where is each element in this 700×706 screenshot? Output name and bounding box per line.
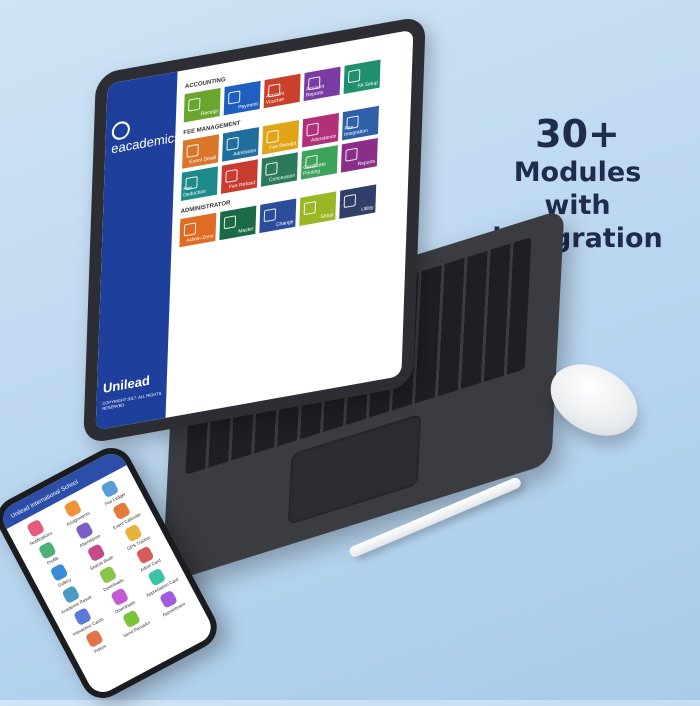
module-label: Change [275,219,294,229]
module-icon [343,193,357,209]
module-icon [268,83,281,98]
module-label: Reports [357,158,376,168]
module-tile[interactable]: Certificate Printing [300,145,338,180]
module-icon [306,122,319,137]
module-tile[interactable]: Utility [339,184,377,219]
module-tile[interactable]: Account Voucher [263,73,301,109]
module-label: Utility [361,204,374,214]
module-tile[interactable]: Master [219,205,257,241]
headline-line-1: Modules [513,157,642,188]
module-tile[interactable]: Concession [260,152,298,187]
tablet: eacademics Unilead COPYRIGHT 2017. ALL R… [83,15,426,445]
module-label: Master [238,226,254,235]
module-tile[interactable]: Event Detail [182,134,220,169]
module-tile[interactable]: Account Reports [303,66,341,102]
module-icon [305,154,318,169]
module-tile[interactable]: Payment [223,80,261,116]
headline-number: 30+ [535,112,620,156]
module-label: Payment [238,101,258,111]
module-tile[interactable]: Receipt [183,87,221,123]
module-icon [303,201,317,216]
module-icon [226,136,239,151]
module-label: FA Setup [357,79,378,90]
module-icon [223,215,237,230]
module-icon [188,97,201,112]
brand-logo: eacademics [111,111,181,156]
footer-brand: Unilead [102,372,151,397]
module-tile[interactable]: Attendance [302,112,339,148]
module-tile[interactable]: Change [259,198,297,234]
sidebar-footer: Unilead COPYRIGHT 2017. ALL RIGHTS RESER… [102,369,167,412]
module-icon [307,76,321,91]
module-tile[interactable]: Reports [340,138,378,173]
module-icon [186,143,199,158]
headline-line-2: with [544,190,611,221]
module-icon [263,208,277,223]
tablet-screen: eacademics Unilead COPYRIGHT 2017. ALL R… [95,29,414,431]
module-label: Receipt [200,108,218,118]
module-icon [183,222,197,237]
tablet-sidebar: eacademics Unilead COPYRIGHT 2017. ALL R… [95,71,181,431]
module-icon [346,115,359,130]
module-tile[interactable]: Fee Deduction [180,166,218,201]
module-label: Setup [320,211,334,221]
module-tile[interactable]: Setup [299,191,337,226]
module-icon [265,161,278,177]
tablet-dashboard: ACCOUNTING Receipt Payment Account Voucher A… [166,30,414,418]
module-icon [347,69,361,84]
module-icon [345,147,358,162]
module-icon [266,129,279,144]
module-icon [185,175,198,191]
module-tile[interactable]: Fee Integration [342,105,379,141]
module-tile[interactable]: FA Setup [343,59,381,95]
module-tile[interactable]: Fee Refund [220,159,258,194]
module-icon [225,168,238,184]
module-tile[interactable]: Fee Receipt [262,119,300,155]
module-icon [228,90,241,105]
module-tile[interactable]: Admission [222,127,260,162]
module-tile[interactable]: Admin Zone [179,212,217,248]
